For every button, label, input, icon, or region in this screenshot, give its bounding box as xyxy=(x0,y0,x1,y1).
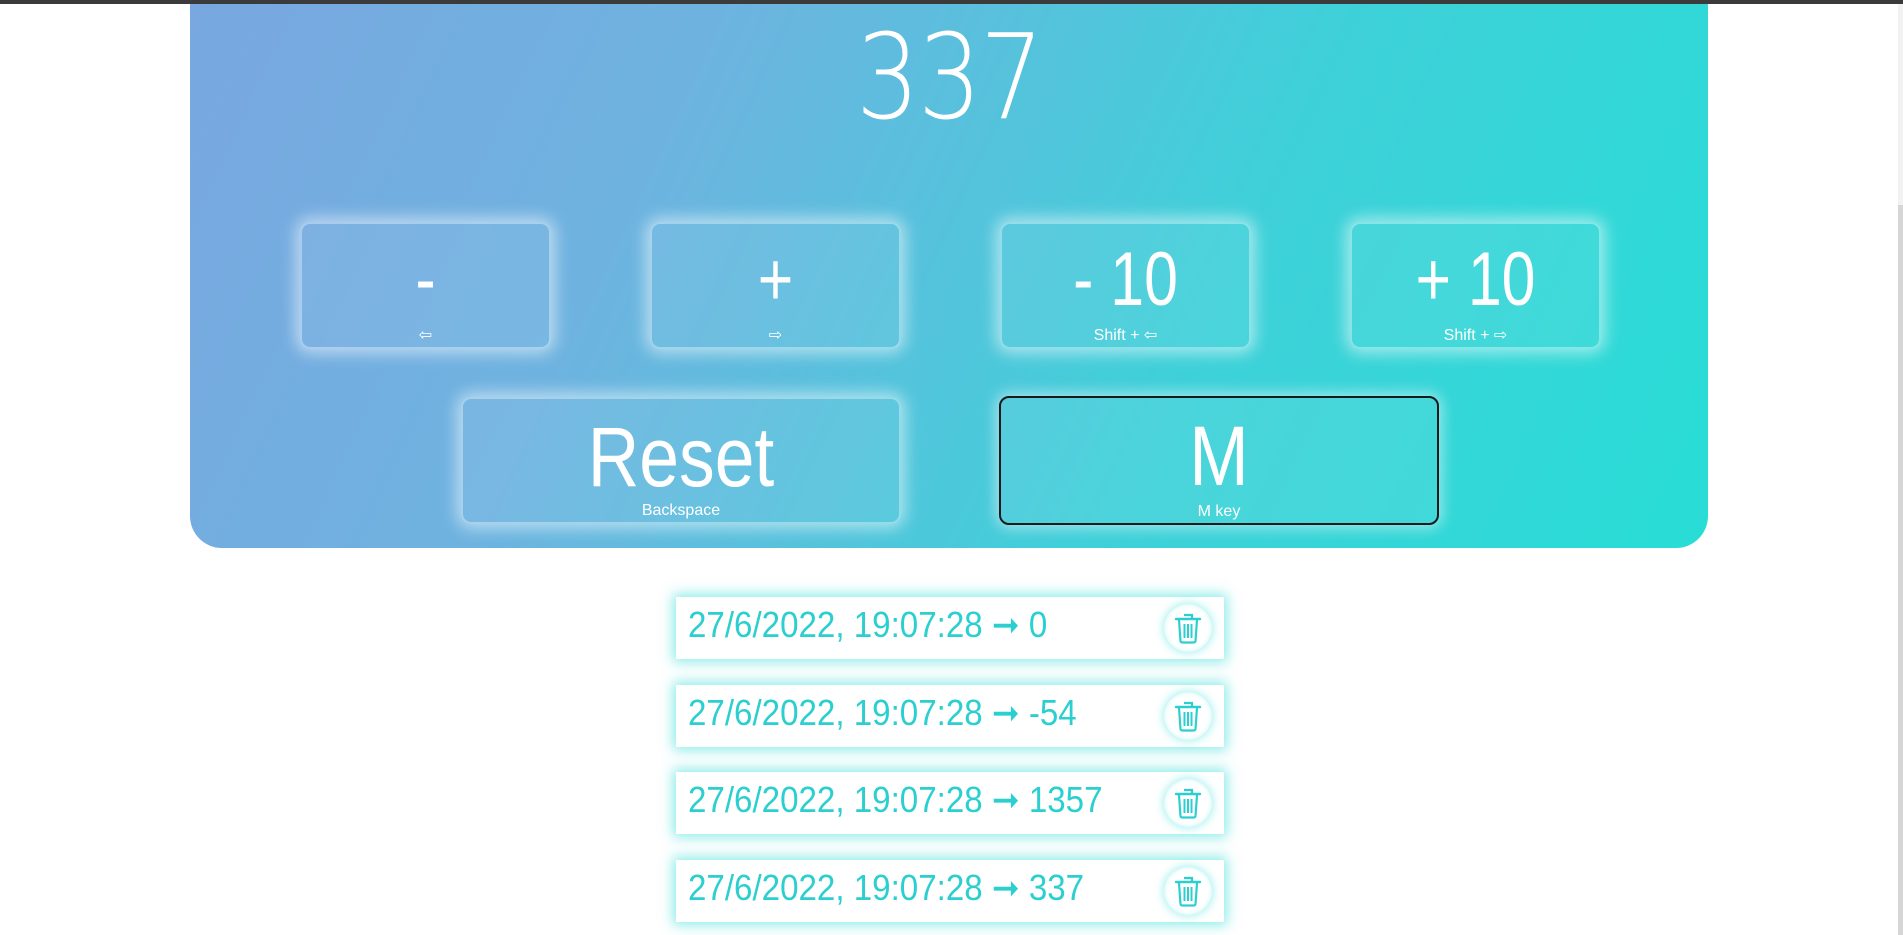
increment-10-button[interactable]: + 10 Shift + ⇨ xyxy=(1350,222,1601,349)
increment-button[interactable]: + ⇨ xyxy=(650,222,901,349)
memory-shortcut-hint: M key xyxy=(1197,503,1241,520)
scrollbar-thumb[interactable] xyxy=(1898,205,1903,935)
counter-panel: 337 - ⇦ + ⇨ - 10 Shift + ⇦ + 10 Shift + … xyxy=(190,4,1708,548)
trash-icon xyxy=(1174,788,1202,819)
delete-history-button[interactable] xyxy=(1164,692,1212,740)
reset-shortcut-hint: Backspace xyxy=(641,502,721,519)
history-item: 27/6/2022, 19:07:28 ➞ -54 xyxy=(676,685,1224,747)
trash-icon xyxy=(1174,613,1202,644)
history-item: 27/6/2022, 19:07:28 ➞ 337 xyxy=(676,860,1224,922)
trash-icon xyxy=(1174,701,1202,732)
increment-shortcut-hint: ⇨ xyxy=(768,327,783,344)
history-item: 27/6/2022, 19:07:28 ➞ 0 xyxy=(676,597,1224,659)
memory-button-label: M xyxy=(1189,409,1249,503)
history-item: 27/6/2022, 19:07:28 ➞ 1357 xyxy=(676,772,1224,834)
decrement-10-shortcut-hint: Shift + ⇦ xyxy=(1093,327,1158,344)
decrement-button-label: - xyxy=(415,237,436,322)
delete-history-button[interactable] xyxy=(1164,604,1212,652)
history-item-text: 27/6/2022, 19:07:28 ➞ -54 xyxy=(688,692,1077,733)
delete-history-button[interactable] xyxy=(1164,779,1212,827)
history-item-text: 27/6/2022, 19:07:28 ➞ 0 xyxy=(688,604,1048,645)
memory-button[interactable]: M M key xyxy=(999,396,1439,525)
decrement-10-button[interactable]: - 10 Shift + ⇦ xyxy=(1000,222,1251,349)
reset-button[interactable]: Reset Backspace xyxy=(461,397,901,524)
delete-history-button[interactable] xyxy=(1164,867,1212,915)
history-item-text: 27/6/2022, 19:07:28 ➞ 337 xyxy=(688,867,1085,908)
decrement-button[interactable]: - ⇦ xyxy=(300,222,551,349)
reset-button-label: Reset xyxy=(587,410,775,504)
increment-10-button-label: + 10 xyxy=(1415,237,1536,322)
increment-10-shortcut-hint: Shift + ⇨ xyxy=(1443,327,1508,344)
decrement-shortcut-hint: ⇦ xyxy=(418,327,433,344)
counter-value: 337 xyxy=(855,8,1044,146)
increment-button-label: + xyxy=(757,237,794,322)
decrement-10-button-label: - 10 xyxy=(1073,237,1178,322)
trash-icon xyxy=(1174,876,1202,907)
history-item-text: 27/6/2022, 19:07:28 ➞ 1357 xyxy=(688,779,1103,820)
